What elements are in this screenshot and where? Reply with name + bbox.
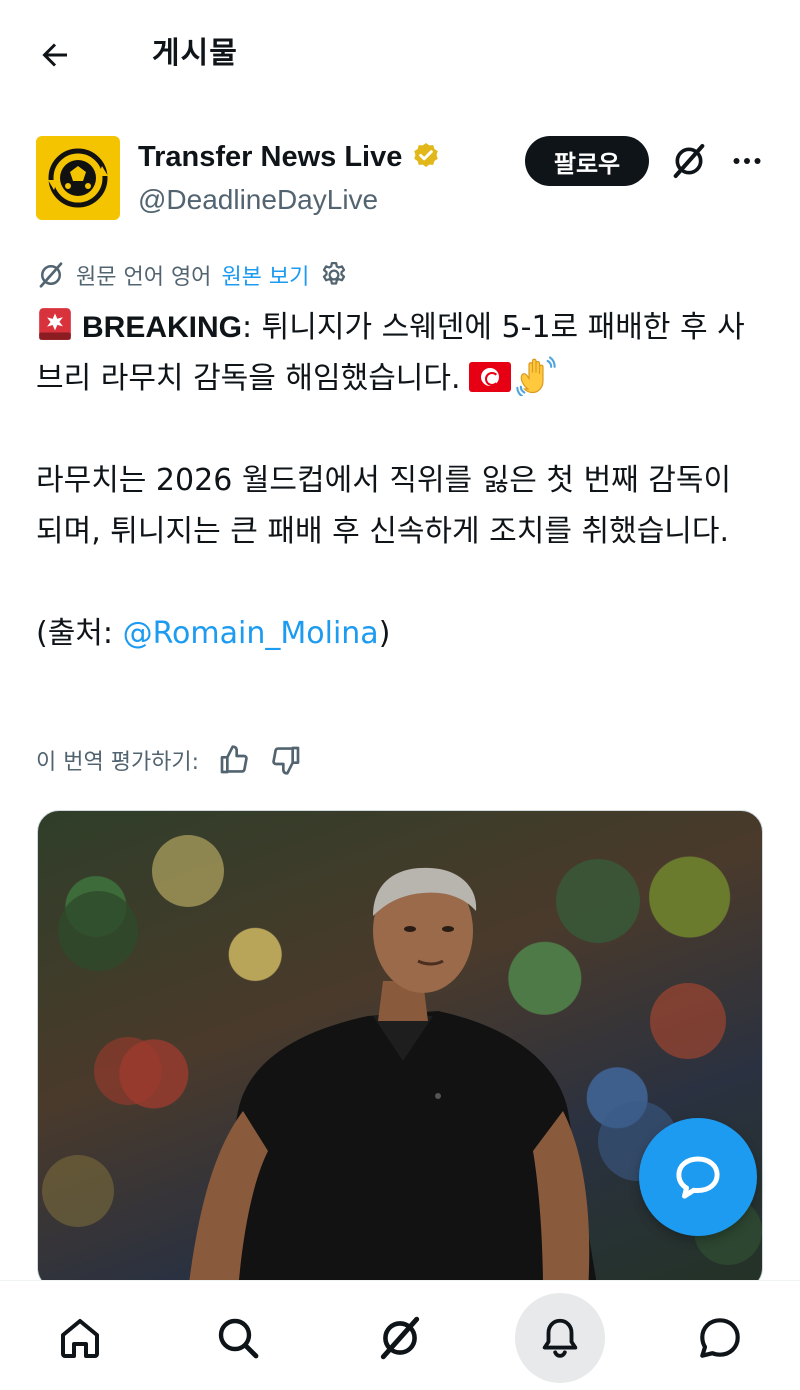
follow-button[interactable]: 팔로우 <box>525 136 649 186</box>
thumbs-down-icon <box>272 746 300 775</box>
translation-source-text: 원문 언어 영어 <box>76 265 212 290</box>
message-icon <box>700 1318 740 1358</box>
nav-home[interactable] <box>35 1293 125 1383</box>
show-original-link[interactable]: 원본 보기 <box>221 259 309 291</box>
gear-icon[interactable] <box>319 260 349 290</box>
rate-translation-label: 이 번역 평가하기: <box>36 750 200 775</box>
breaking-label: BREAKING <box>82 311 243 344</box>
search-icon <box>218 1318 259 1359</box>
tweet-source-line: (출처: @Romain_Molina) <box>36 608 766 659</box>
football-logo-icon <box>48 148 108 208</box>
nav-messages[interactable] <box>675 1293 765 1383</box>
bell-icon <box>542 1318 578 1358</box>
tweet-photo[interactable] <box>37 810 763 1290</box>
bottom-navigation <box>0 1280 800 1390</box>
grok-icon <box>673 144 705 178</box>
more-options-button[interactable] <box>724 138 770 184</box>
page-title: 게시물 <box>152 36 238 71</box>
tweet-paragraph-2: 라무치는 2026 월드컵에서 직위를 잃은 첫 번째 감독이 되며, 튀니지는… <box>36 463 732 549</box>
grok-icon <box>39 262 63 288</box>
arrow-left-icon <box>42 43 67 67</box>
rate-translation-row: 이 번역 평가하기: <box>36 738 303 782</box>
translation-info-row: 원문 언어 영어 원본 보기 <box>36 255 349 295</box>
coach-photo-illustration <box>42 835 762 1289</box>
tunisia-flag-icon <box>468 362 511 392</box>
compose-reply-button[interactable] <box>639 1118 757 1236</box>
home-icon <box>61 1319 99 1358</box>
author-name-text: Transfer News Live <box>138 141 403 173</box>
top-bar: 게시물 <box>0 0 800 110</box>
tweet-text: BREAKING: 튀니지가 스웨덴에 5-1로 패배한 후 사브리 라무치 감… <box>36 302 766 659</box>
tweet-paragraph-1: BREAKING: 튀니지가 스웨덴에 5-1로 패배한 후 사브리 라무치 감… <box>36 302 766 404</box>
nav-grok[interactable] <box>355 1293 445 1383</box>
nav-search[interactable] <box>193 1293 283 1383</box>
more-dots-icon <box>733 158 761 164</box>
chat-bubble-icon <box>676 1156 720 1199</box>
back-button[interactable] <box>34 34 76 76</box>
siren-emoji-icon <box>39 308 71 340</box>
nav-notifications[interactable] <box>515 1293 605 1383</box>
thumbs-up-icon <box>220 745 248 774</box>
source-suffix: ) <box>378 616 391 651</box>
avatar[interactable] <box>36 136 120 220</box>
author-name[interactable]: Transfer News Live <box>138 138 442 176</box>
author-handle[interactable]: @DeadlineDayLive <box>138 182 378 218</box>
thumbs-up-button[interactable] <box>217 743 251 777</box>
thumbs-down-button[interactable] <box>269 743 303 777</box>
source-prefix: (출처: <box>36 616 123 651</box>
grok-button[interactable] <box>666 138 712 184</box>
grok-icon <box>380 1316 420 1360</box>
verified-badge-icon <box>414 143 439 167</box>
source-mention-link[interactable]: @Romain_Molina <box>123 616 379 651</box>
author-row: Transfer News Live @DeadlineDayLive 팔로우 <box>36 136 766 226</box>
waving-hand-icon <box>515 356 556 396</box>
